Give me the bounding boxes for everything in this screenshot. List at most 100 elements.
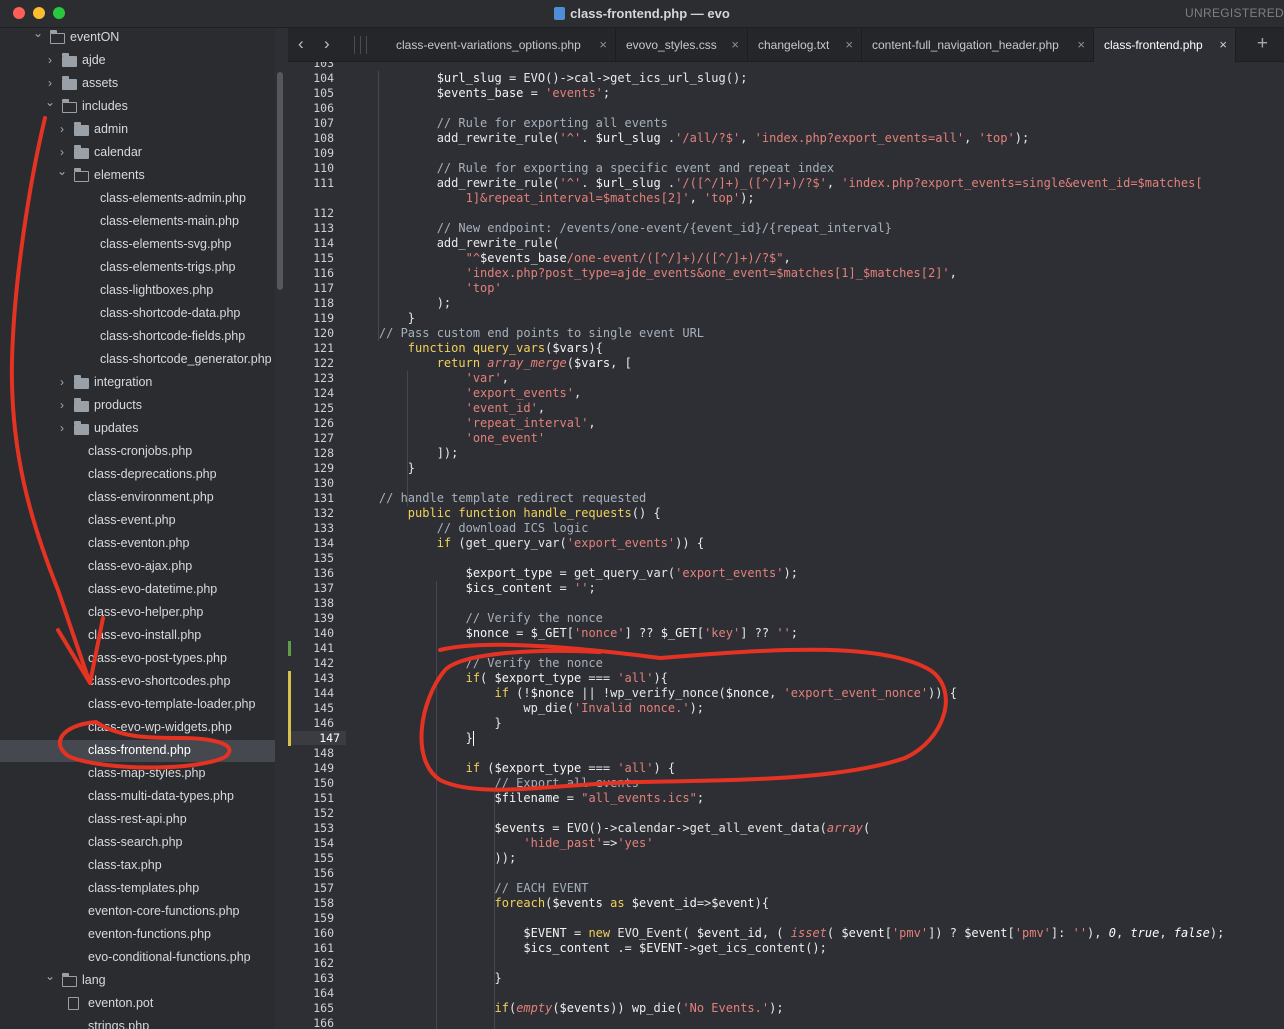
sidebar-item-class-cronjobs-php[interactable]: class-cronjobs.php	[0, 441, 275, 463]
forward-arrow-icon[interactable]: ›	[324, 34, 330, 54]
sidebar-item-class-templates-php[interactable]: class-templates.php	[0, 878, 275, 900]
code-token: EVO	[566, 821, 589, 835]
sidebar-item-calendar[interactable]: › calendar	[0, 142, 275, 164]
sidebar-item-class-search-php[interactable]: class-search.php	[0, 832, 275, 854]
sidebar-item-class-evo-shortcodes-php[interactable]: class-evo-shortcodes.php	[0, 671, 275, 693]
back-arrow-icon[interactable]: ‹	[298, 34, 304, 54]
sidebar-item-admin[interactable]: › admin	[0, 119, 275, 141]
chevron-right-icon[interactable]: ›	[56, 398, 68, 412]
tab-class-frontend-php[interactable]: class-frontend.php ×	[1094, 28, 1236, 62]
sidebar-item-class-evo-post-types-php[interactable]: class-evo-post-types.php	[0, 648, 275, 670]
sidebar-item-class-evo-wp-widgets-php[interactable]: class-evo-wp-widgets.php	[0, 717, 275, 739]
sidebar-item-strings-php[interactable]: strings.php	[0, 1016, 275, 1029]
tab-label: class-event-variations_options.php	[396, 38, 581, 52]
sidebar-item-evo-conditional-functions-php[interactable]: evo-conditional-functions.php	[0, 947, 275, 969]
sidebar-item-class-environment-php[interactable]: class-environment.php	[0, 487, 275, 509]
sidebar-item-class-evo-template-loader-php[interactable]: class-evo-template-loader.php	[0, 694, 275, 716]
sidebar-item-class-elements-main-php[interactable]: class-elements-main.php	[0, 211, 275, 233]
sidebar-item-ajde[interactable]: › ajde	[0, 50, 275, 72]
sidebar-item-class-elements-admin-php[interactable]: class-elements-admin.php	[0, 188, 275, 210]
sidebar-item-class-lightboxes-php[interactable]: class-lightboxes.php	[0, 280, 275, 302]
sidebar-item-class-elements-trigs-php[interactable]: class-elements-trigs.php	[0, 257, 275, 279]
chevron-right-icon[interactable]: ›	[44, 53, 56, 67]
chevron-down-icon[interactable]: ⌄	[44, 95, 56, 109]
sidebar-item-elements[interactable]: ⌄ elements	[0, 164, 275, 187]
sidebar-item-class-shortcode-generator-php[interactable]: class-shortcode_generator.php	[0, 349, 275, 371]
tab-class-event-variations-options-php[interactable]: class-event-variations_options.php ×	[386, 28, 616, 62]
file-icon	[68, 997, 79, 1010]
close-icon[interactable]: ×	[845, 37, 853, 52]
code-token: ,	[501, 371, 509, 385]
sidebar-item-assets[interactable]: › assets	[0, 73, 275, 95]
sidebar-item-class-evo-install-php[interactable]: class-evo-install.php	[0, 625, 275, 647]
chevron-down-icon[interactable]: ⌄	[56, 164, 68, 178]
sidebar-item-class-multi-data-types-php[interactable]: class-multi-data-types.php	[0, 786, 275, 808]
code-token: (!	[508, 686, 531, 700]
sidebar-item-eventon-functions-php[interactable]: eventon-functions.php	[0, 924, 275, 946]
sidebar-item-class-evo-datetime-php[interactable]: class-evo-datetime.php	[0, 579, 275, 601]
close-icon[interactable]: ×	[1219, 37, 1227, 52]
code-line: $events = EVO()->calendar->get_all_event…	[350, 821, 871, 836]
sidebar-item-eventon[interactable]: ⌄ eventON	[0, 28, 275, 49]
sidebar-item-class-shortcode-data-php[interactable]: class-shortcode-data.php	[0, 303, 275, 325]
sidebar-item-products[interactable]: › products	[0, 395, 275, 417]
code-token: $events	[559, 1001, 611, 1015]
line-number: 164	[313, 986, 334, 1000]
close-icon[interactable]: ×	[1077, 37, 1085, 52]
sidebar-item-eventon-core-functions-php[interactable]: eventon-core-functions.php	[0, 901, 275, 923]
new-tab-button[interactable]: +	[1257, 33, 1268, 55]
sidebar-item-class-rest-api-php[interactable]: class-rest-api.php	[0, 809, 275, 831]
sidebar-item-includes[interactable]: ⌄ includes	[0, 95, 275, 118]
code-line: 'top'	[350, 281, 502, 296]
tab-changelog-txt[interactable]: changelog.txt ×	[748, 28, 862, 62]
sidebar-item-class-evo-ajax-php[interactable]: class-evo-ajax.php	[0, 556, 275, 578]
code-line: if(empty($events)) wp_die('No Events.');	[350, 1001, 784, 1016]
code-token: 'index.php?export_events=single&event_id…	[841, 176, 1203, 190]
chevron-right-icon[interactable]: ›	[56, 145, 68, 159]
sidebar-item-class-shortcode-fields-php[interactable]: class-shortcode-fields.php	[0, 326, 275, 348]
sidebar-item-class-deprecations-php[interactable]: class-deprecations.php	[0, 464, 275, 486]
code-token: =	[523, 86, 546, 100]
sidebar-item-eventon-pot[interactable]: eventon.pot	[0, 993, 275, 1015]
line-number: 128	[313, 446, 334, 460]
sidebar-item-label: evo-conditional-functions.php	[88, 950, 251, 964]
code-area[interactable]: $url_slug = EVO()->cal->get_ics_url_slug…	[350, 62, 1284, 1029]
sidebar-item-class-eventon-php[interactable]: class-eventon.php	[0, 533, 275, 555]
code-token: '/all/?$'	[675, 131, 741, 145]
code-line: }	[350, 716, 502, 731]
code-token: (	[552, 236, 560, 250]
sidebar-item-class-map-styles-php[interactable]: class-map-styles.php	[0, 763, 275, 785]
chevron-down-icon[interactable]: ⌄	[44, 969, 56, 983]
chevron-right-icon[interactable]: ›	[56, 122, 68, 136]
chevron-down-icon[interactable]: ⌄	[32, 28, 44, 40]
code-token: ();	[725, 71, 748, 85]
sidebar-item-class-elements-svg-php[interactable]: class-elements-svg.php	[0, 234, 275, 256]
close-icon[interactable]: ×	[731, 37, 739, 52]
sidebar-item-integration[interactable]: › integration	[0, 372, 275, 394]
code-line: // download ICS logic	[350, 521, 589, 536]
code-token: $export_type	[494, 671, 582, 685]
sidebar-item-lang[interactable]: ⌄ lang	[0, 969, 275, 992]
sidebar-item-class-event-php[interactable]: class-event.php	[0, 510, 275, 532]
sidebar-scrollbar[interactable]	[277, 72, 283, 290]
line-change-marker	[288, 701, 291, 716]
sidebar-item-class-evo-helper-php[interactable]: class-evo-helper.php	[0, 602, 275, 624]
chevron-right-icon[interactable]: ›	[56, 421, 68, 435]
sidebar-item-class-frontend-php[interactable]: class-frontend.php	[0, 740, 275, 762]
code-editor[interactable]: 103 104 105 106 107 108 109 110 111 112 113 114 115 1…	[288, 62, 1284, 1029]
close-icon[interactable]: ×	[599, 37, 607, 52]
chevron-right-icon[interactable]: ›	[44, 76, 56, 90]
line-number: 150	[313, 776, 334, 790]
sidebar-item-class-tax-php[interactable]: class-tax.php	[0, 855, 275, 877]
sidebar-item-label: class-evo-post-types.php	[88, 651, 227, 665]
sidebar-item-label: class-shortcode-fields.php	[100, 329, 246, 343]
tab-content-full-navigation-header-php[interactable]: content-full_navigation_header.php ×	[862, 28, 1094, 62]
tab-label: class-frontend.php	[1104, 38, 1203, 52]
code-token: 'top'	[704, 191, 741, 205]
chevron-right-icon[interactable]: ›	[56, 375, 68, 389]
code-token: (	[480, 761, 495, 775]
tab-evovo-styles-css[interactable]: evovo_styles.css ×	[616, 28, 748, 62]
sidebar-item-updates[interactable]: › updates	[0, 418, 275, 440]
